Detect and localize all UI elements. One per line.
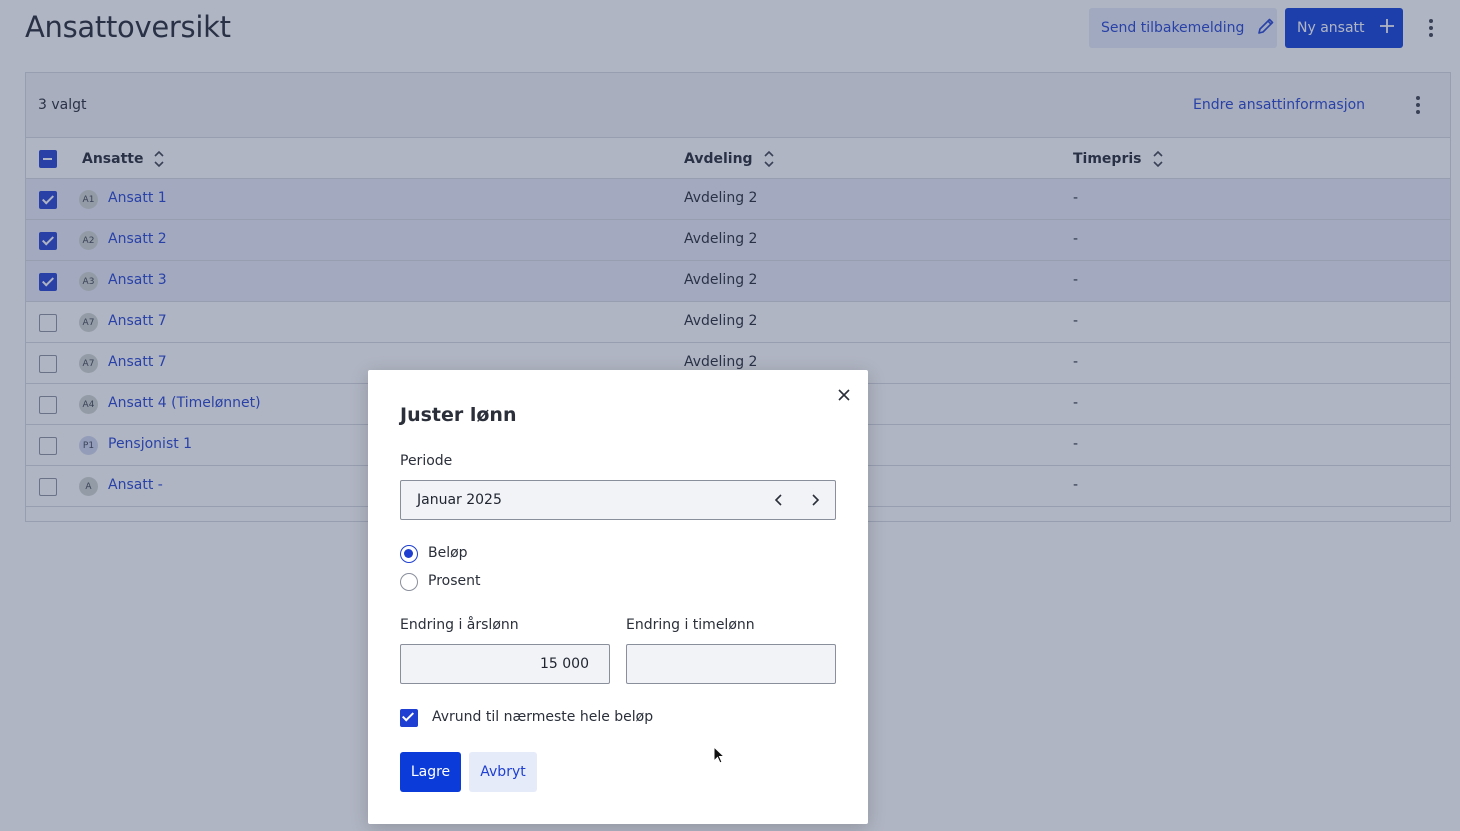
amount-radio-label: Beløp xyxy=(428,545,468,561)
period-value: Januar 2025 xyxy=(417,492,502,508)
cancel-button[interactable]: Avbryt xyxy=(469,752,537,792)
annual-salary-change-input[interactable] xyxy=(400,644,610,684)
percent-radio-label: Prosent xyxy=(428,573,481,589)
period-label: Periode xyxy=(400,453,453,469)
hourly-wage-change-label: Endring i timelønn xyxy=(626,617,755,633)
adjust-salary-dialog: Juster lønn Periode Januar 2025 Beløp Pr… xyxy=(368,370,868,824)
annual-salary-change-label: Endring i årslønn xyxy=(400,617,519,633)
dialog-title: Juster lønn xyxy=(400,404,517,426)
chevron-left-icon[interactable] xyxy=(771,492,787,508)
save-button[interactable]: Lagre xyxy=(400,752,461,792)
chevron-right-icon[interactable] xyxy=(807,492,823,508)
mouse-cursor-icon xyxy=(713,746,726,764)
round-amount-checkbox[interactable] xyxy=(400,709,418,727)
period-selector[interactable]: Januar 2025 xyxy=(400,480,836,520)
hourly-wage-change-input[interactable] xyxy=(626,644,836,684)
close-icon[interactable] xyxy=(835,386,853,404)
percent-radio[interactable] xyxy=(400,573,418,591)
round-amount-label: Avrund til nærmeste hele beløp xyxy=(432,709,654,725)
amount-radio[interactable] xyxy=(400,545,418,563)
